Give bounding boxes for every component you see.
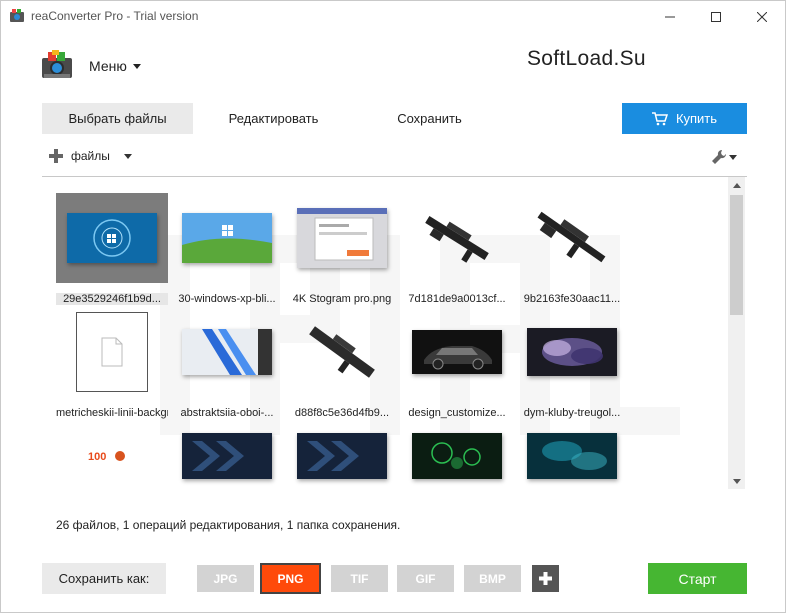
format-tif-button[interactable]: TIF <box>331 565 388 592</box>
file-thumbnail <box>182 213 272 263</box>
file-thumbnail <box>412 330 502 374</box>
app-window: reaConverter Pro - Trial version Меню So… <box>0 0 786 613</box>
tab-label: Выбрать файлы <box>68 111 167 126</box>
close-button[interactable] <box>739 1 785 32</box>
chevron-up-icon <box>732 182 741 188</box>
file-thumbnail <box>182 329 272 375</box>
tab-select-files[interactable]: Выбрать файлы <box>42 103 193 134</box>
format-gif-button[interactable]: GIF <box>397 565 454 592</box>
watermark-text: SoftLoad.Su <box>527 47 646 70</box>
scroll-down-arrow[interactable] <box>728 473 745 489</box>
file-thumbnail <box>182 433 272 479</box>
buy-label: Купить <box>675 111 718 126</box>
file-grid: 29e3529246f1b9d... 30-windows-xp-bli... <box>42 176 747 489</box>
format-bmp-button[interactable]: BMP <box>464 565 521 592</box>
save-as-label: Сохранить как: <box>58 571 150 586</box>
format-png-button[interactable]: PNG <box>260 563 321 594</box>
minimize-icon <box>665 16 675 17</box>
file-thumbnail <box>297 208 387 268</box>
maximize-button[interactable] <box>693 1 739 32</box>
chevron-down-icon <box>123 153 132 159</box>
start-label: Старт <box>678 570 717 587</box>
title-bar: reaConverter Pro - Trial version <box>1 1 785 32</box>
file-name: 4K Stogram pro.png <box>292 293 392 305</box>
wrench-icon <box>712 149 727 164</box>
file-name: 30-windows-xp-bli... <box>178 293 276 305</box>
file-grid-scrollbar[interactable] <box>728 177 745 489</box>
menu-label: Меню <box>89 58 127 74</box>
app-icon <box>10 9 24 22</box>
cart-icon <box>651 111 668 125</box>
app-logo <box>42 50 72 78</box>
file-thumbnail <box>297 433 387 479</box>
svg-text:100: 100 <box>88 451 106 463</box>
scrollbar-thumb[interactable] <box>730 195 743 315</box>
tab-label: Редактировать <box>228 111 319 126</box>
file-thumbnail <box>412 433 502 479</box>
tab-edit[interactable]: Редактировать <box>198 103 349 134</box>
file-thumbnail: 100 <box>88 451 125 463</box>
file-thumbnail <box>67 213 157 263</box>
chevron-down-icon <box>132 63 141 69</box>
save-as-button[interactable]: Сохранить как: <box>42 563 166 594</box>
start-button[interactable]: Старт <box>648 563 747 594</box>
file-name: metricheskii-linii-background <box>56 407 168 419</box>
format-jpg-button[interactable]: JPG <box>197 565 254 592</box>
file-name: abstraktsiia-oboi-... <box>180 407 274 419</box>
file-thumbnail <box>537 211 606 263</box>
maximize-icon <box>711 11 721 22</box>
menu-dropdown[interactable]: Меню <box>89 58 141 74</box>
file-thumbnail <box>76 312 148 392</box>
tab-save[interactable]: Сохранить <box>354 103 505 134</box>
file-name: 7d181de9a0013cf... <box>408 293 506 305</box>
status-text: 26 файлов, 1 операций редактирования, 1 … <box>56 518 401 532</box>
settings-dropdown[interactable] <box>711 149 737 165</box>
file-thumbnail <box>425 216 489 263</box>
close-icon <box>757 11 767 22</box>
file-name: d88f8c5e36d4fb9... <box>294 407 390 419</box>
minimize-button[interactable] <box>647 1 693 32</box>
file-name: design_customize... <box>408 407 506 419</box>
file-name: 29e3529246f1b9d... <box>56 293 168 305</box>
add-files-label: файлы <box>71 149 110 163</box>
scroll-up-arrow[interactable] <box>728 177 745 193</box>
plus-icon <box>539 572 552 585</box>
file-thumbnail <box>527 433 617 479</box>
file-thumbnail <box>527 328 617 376</box>
window-title: reaConverter Pro - Trial version <box>31 9 199 23</box>
file-name: 9b2163fe30aac11... <box>523 293 621 305</box>
tab-label: Сохранить <box>397 111 462 126</box>
add-files-button[interactable]: файлы <box>49 149 132 163</box>
file-name: dym-kluby-treugol... <box>523 407 621 419</box>
chevron-down-icon <box>729 154 737 160</box>
add-format-button[interactable] <box>532 565 559 592</box>
file-thumbnail <box>309 326 375 378</box>
chevron-down-icon <box>732 478 741 484</box>
plus-icon <box>49 149 63 163</box>
buy-button[interactable]: Купить <box>622 103 747 134</box>
